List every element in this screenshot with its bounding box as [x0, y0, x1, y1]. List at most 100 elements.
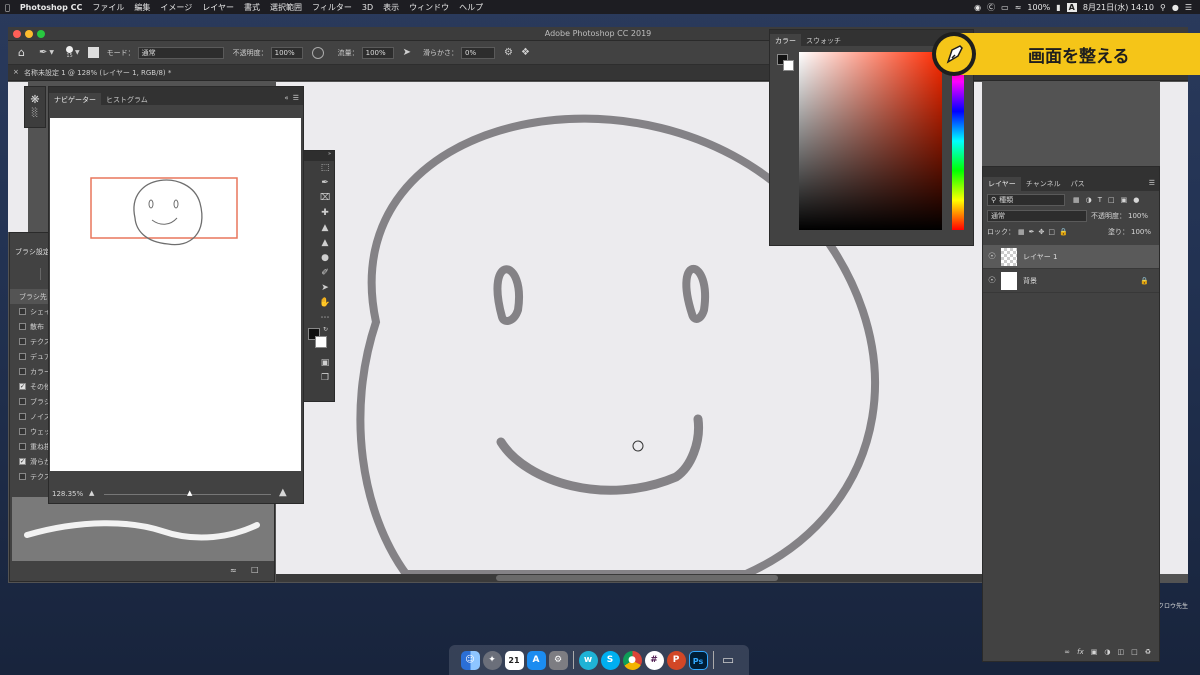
menu-select[interactable]: 選択範囲	[265, 2, 307, 13]
apple-menu-icon[interactable]: 	[0, 3, 15, 12]
app-store-icon[interactable]: A	[526, 650, 546, 670]
brush-tool-icon[interactable]: ✒	[39, 47, 47, 58]
filter-smart-object-icon[interactable]: ▣	[1121, 196, 1128, 204]
filter-pixel-icon[interactable]: ▦	[1073, 196, 1080, 204]
link-layers-icon[interactable]: ∞	[1064, 648, 1070, 656]
finder-icon[interactable]: ☺	[460, 650, 480, 670]
color-swatches[interactable]: ↻	[306, 326, 334, 356]
clock[interactable]: 8月21日(水) 14:10	[1083, 2, 1154, 13]
brush-option-checkbox[interactable]	[19, 353, 26, 360]
user-icon[interactable]: ●	[1172, 3, 1179, 12]
path-selection-tool-icon[interactable]: ➤	[316, 281, 334, 296]
lock-image-icon[interactable]: ✒	[1029, 228, 1035, 236]
layers-panel-menu-icon[interactable]: ☰	[1149, 179, 1155, 187]
zoom-in-icon[interactable]: ▲	[279, 487, 287, 498]
creative-cloud-icon[interactable]: ◉	[974, 3, 981, 12]
menu-view[interactable]: 表示	[378, 2, 404, 13]
filter-shape-icon[interactable]: □	[1108, 196, 1115, 204]
airplay-icon[interactable]: ▭	[1001, 3, 1009, 12]
lock-position-icon[interactable]: ✥	[1039, 228, 1045, 236]
hand-tool-icon[interactable]: ✋	[316, 296, 334, 311]
document-tab-title[interactable]: 名称未設定 1 @ 128% (レイヤー 1, RGB/8) *	[24, 68, 171, 78]
tab-histogram[interactable]: ヒストグラム	[101, 93, 153, 105]
pen-tool-icon[interactable]: ✐	[316, 266, 334, 281]
zoom-out-icon[interactable]: ▲	[89, 489, 94, 497]
menu-file[interactable]: ファイル	[87, 2, 129, 13]
desktop-file-label[interactable]: クロウ先生	[1158, 601, 1188, 610]
brush-option-checkbox[interactable]	[19, 428, 26, 435]
menu-help[interactable]: ヘルプ	[454, 2, 488, 13]
adjustment-layer-icon[interactable]: ◑	[1104, 648, 1110, 656]
menu-type[interactable]: 書式	[239, 2, 265, 13]
new-layer-icon[interactable]: □	[1131, 648, 1138, 656]
collapse-panel-icon[interactable]: «	[284, 94, 288, 102]
blend-mode-select[interactable]: 通常	[987, 210, 1087, 222]
layer-thumbnail[interactable]	[1001, 271, 1017, 290]
layer-filter-select[interactable]: ⚲ 種類	[987, 194, 1065, 206]
brush-preset-picker[interactable]: 15	[66, 46, 73, 59]
airbrush-icon[interactable]: ➤	[403, 47, 411, 58]
tab-channels[interactable]: チャンネル	[1021, 177, 1066, 191]
brush-option-checkbox[interactable]	[19, 338, 26, 345]
layer-effects-icon[interactable]: fx	[1077, 648, 1084, 656]
background-color-swatch[interactable]	[315, 336, 327, 348]
menu-window[interactable]: ウィンドウ	[404, 2, 454, 13]
zoom-slider-thumb[interactable]: ▲	[187, 489, 192, 497]
blur-tool-icon[interactable]: ●	[316, 251, 334, 266]
brush-picker-chevron-icon[interactable]: ▼	[75, 49, 80, 56]
delete-layer-icon[interactable]: ♻	[1145, 648, 1151, 656]
brush-option-checkbox[interactable]	[19, 473, 26, 480]
brush-option-checkbox[interactable]	[19, 323, 26, 330]
launchpad-icon[interactable]: ✦	[482, 650, 502, 670]
tool-preset-chevron-icon[interactable]: ▼	[49, 49, 54, 56]
marquee-tool-icon[interactable]: ⬚	[316, 161, 334, 176]
calendar-icon[interactable]: 21	[504, 650, 524, 670]
hue-slider[interactable]	[952, 52, 964, 230]
stamp-tool-icon[interactable]: ▲	[316, 221, 334, 236]
more-tools-icon[interactable]: ⋯	[316, 311, 334, 326]
chrome-icon[interactable]: ●	[622, 650, 642, 670]
brush-option-checkbox[interactable]	[19, 308, 26, 315]
smoothing-options-gear-icon[interactable]: ⚙	[504, 47, 513, 58]
spotlight-icon[interactable]: ⚲	[1160, 3, 1166, 12]
filter-toggle-icon[interactable]: ●	[1133, 196, 1139, 204]
lock-artboard-icon[interactable]: □	[1048, 228, 1055, 236]
brush-strokes-icon[interactable]: ░	[25, 108, 45, 117]
menu-image[interactable]: イメージ	[155, 2, 197, 13]
screen-mode-icon[interactable]: ❐	[316, 371, 334, 386]
lock-all-icon[interactable]: 🔒	[1059, 228, 1068, 236]
canvas-vertical-scrollbar[interactable]	[1160, 82, 1188, 574]
brush-option-checkbox[interactable]: ✓	[19, 383, 26, 390]
tab-paths[interactable]: パス	[1066, 177, 1090, 191]
brush-settings-title[interactable]: ブラシ設定	[15, 247, 50, 257]
navigator-preview[interactable]	[50, 118, 301, 471]
brush-option-checkbox[interactable]	[19, 368, 26, 375]
layer-row[interactable]: ☉ 背景 🔒	[983, 269, 1159, 293]
slack-icon[interactable]: #	[644, 650, 664, 670]
flow-input[interactable]: 100%	[361, 46, 394, 59]
eraser-tool-icon[interactable]: ▲	[316, 236, 334, 251]
trash-icon[interactable]: ▭	[719, 651, 738, 670]
skype-status-icon[interactable]: Ⓒ	[987, 2, 995, 13]
horizontal-scroll-thumb[interactable]	[496, 575, 778, 581]
app-menu[interactable]: Photoshop CC	[15, 3, 88, 12]
menu-filter[interactable]: フィルター	[307, 2, 357, 13]
brush-panel-toggle-icon[interactable]	[87, 47, 99, 58]
tab-color[interactable]: カラー	[770, 34, 801, 46]
layer-opacity-input[interactable]: 100%	[1128, 212, 1148, 220]
brush-presets-button[interactable]	[40, 268, 48, 280]
lock-transparent-icon[interactable]: ▦	[1018, 228, 1025, 236]
layer-name[interactable]: 背景	[1023, 276, 1037, 286]
menu-3d[interactable]: 3D	[357, 3, 378, 12]
system-prefs-icon[interactable]: ⚙	[548, 650, 568, 670]
tools-panel-grip[interactable]: »	[304, 151, 334, 161]
brush-option-checkbox[interactable]	[19, 413, 26, 420]
menu-layer[interactable]: レイヤー	[197, 2, 239, 13]
filter-type-icon[interactable]: T	[1098, 196, 1102, 204]
wifi-icon[interactable]: ≈	[1015, 3, 1022, 12]
navigator-zoom-value[interactable]: 128.35%	[52, 490, 83, 498]
tab-swatches[interactable]: スウォッチ	[801, 34, 846, 46]
opacity-input[interactable]: 100%	[270, 46, 303, 59]
new-group-icon[interactable]: ◫	[1117, 648, 1124, 656]
mode-select[interactable]: 通常	[137, 46, 224, 59]
